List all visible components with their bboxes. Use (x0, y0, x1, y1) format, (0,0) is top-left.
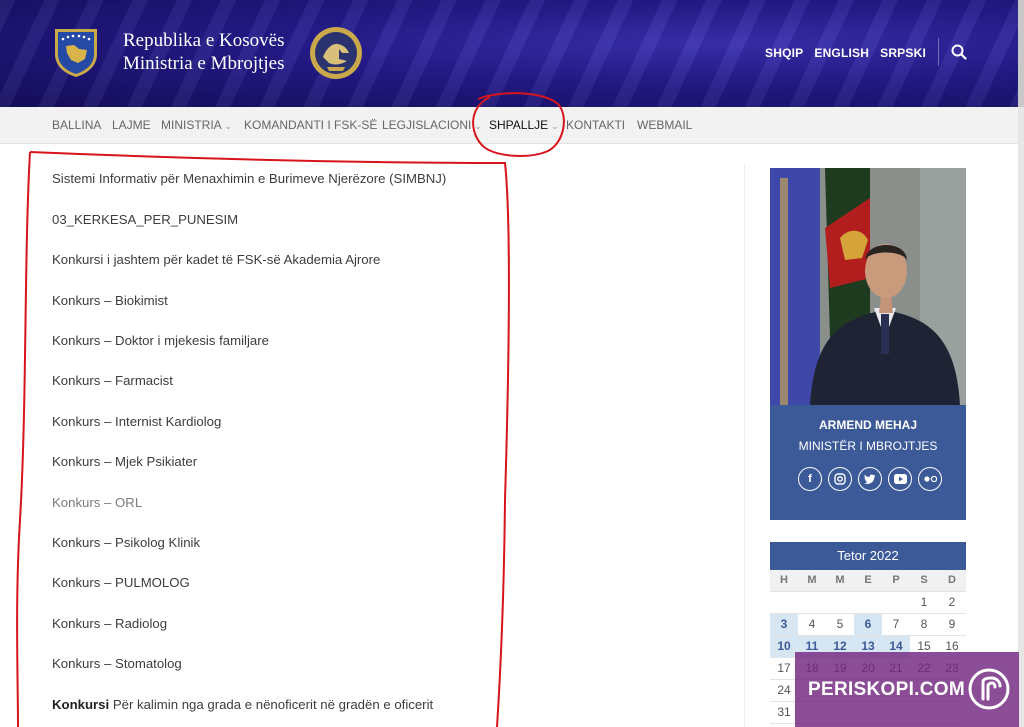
nav-item-ministria-label: MINISTRIA (161, 118, 222, 132)
list-item[interactable]: Konkurs – Biokimist (52, 293, 168, 308)
calendar-weekday: M (826, 570, 854, 592)
calendar-month: Tetor 2022 (770, 542, 966, 570)
nav-item-lajme[interactable]: LAJME (112, 118, 151, 132)
facebook-icon[interactable]: f (798, 467, 822, 491)
list-item[interactable]: Konkurs – Mjek Psikiater (52, 454, 197, 469)
site-header: Republika e Kosovës Ministria e Mbrojtje… (0, 0, 1018, 107)
scrollbar-thumb[interactable] (1018, 0, 1024, 107)
periskopi-logo-icon (968, 668, 1010, 710)
calendar-day[interactable]: 5 (826, 614, 854, 636)
calendar-day[interactable]: 10 (770, 636, 798, 658)
header-divider (938, 38, 939, 66)
sidebar-divider (744, 165, 745, 727)
calendar-empty-cell (826, 592, 854, 614)
calendar-day[interactable]: 1 (910, 592, 938, 614)
list-item[interactable]: Konkurs – Internist Kardiolog (52, 414, 221, 429)
calendar-day[interactable]: 3 (770, 614, 798, 636)
youtube-glyph (893, 474, 907, 484)
nav-item-ballina[interactable]: BALLINA (52, 118, 101, 132)
calendar-day[interactable]: 24 (770, 680, 798, 702)
nav-item-komandanti[interactable]: KOMANDANTI I FSK-SË (244, 118, 377, 132)
list-item[interactable]: 03_KERKESA_PER_PUNESIM (52, 212, 238, 227)
nav-item-shpallje-label: SHPALLJE (489, 118, 549, 132)
calendar-day[interactable]: 6 (854, 614, 882, 636)
chevron-down-icon: ⌄ (551, 121, 559, 131)
list-item[interactable]: Konkurs – ORL (52, 495, 142, 510)
list-item[interactable]: Konkurs – Doktor i mjekesis familjare (52, 333, 269, 348)
twitter-glyph (864, 474, 876, 484)
social-links: f (798, 467, 942, 491)
annotation-outline (16, 151, 510, 727)
calendar-weekday: S (910, 570, 938, 592)
list-item[interactable]: Sistemi Informativ për Menaxhimin e Buri… (52, 171, 446, 186)
nav-item-webmail[interactable]: WEBMAIL (637, 118, 692, 132)
list-item[interactable]: Konkurs – Psikolog Klinik (52, 535, 200, 550)
calendar-weekday: M (798, 570, 826, 592)
minister-name: ARMEND MEHAJ (818, 418, 917, 432)
calendar-day[interactable]: 4 (798, 614, 826, 636)
list-item[interactable]: Konkurs – Radiolog (52, 616, 167, 631)
calendar-day[interactable]: 7 (882, 614, 910, 636)
language-switcher: SHQIP ENGLISH SRPSKI (765, 46, 926, 60)
youtube-icon[interactable] (888, 467, 912, 491)
minister-photo[interactable] (770, 168, 966, 405)
scrollbar[interactable] (1018, 0, 1024, 727)
list-item-rest: Për kalimin nga grada e nënoficerit në g… (109, 697, 434, 712)
calendar-day[interactable]: 17 (770, 658, 798, 680)
ministry-seal-icon (310, 27, 362, 79)
calendar-empty-cell (798, 592, 826, 614)
list-item[interactable]: Konkurs – PULMOLOG (52, 575, 190, 590)
calendar-day[interactable]: 8 (910, 614, 938, 636)
nav-item-shpallje[interactable]: SHPALLJE ⌄ (489, 118, 559, 132)
calendar-day[interactable]: 9 (938, 614, 966, 636)
calendar-weekday: P (882, 570, 910, 592)
chevron-down-icon: ⌄ (474, 121, 482, 131)
twitter-icon[interactable] (858, 467, 882, 491)
nav-item-legjislacioni-label: LEGJISLACIONI (382, 118, 472, 132)
chevron-down-icon: ⌄ (224, 121, 233, 131)
brand-title-line2: Ministria e Mbrojtjes (123, 53, 285, 74)
instagram-glyph (834, 473, 846, 485)
lang-english[interactable]: ENGLISH (814, 46, 869, 60)
brand-title: Republika e Kosovës Ministria e Mbrojtje… (123, 29, 284, 75)
nav-item-kontakti[interactable]: KONTAKTI (566, 118, 625, 132)
main-nav: BALLINA LAJME MINISTRIA ⌄ KOMANDANTI I FS… (0, 107, 1018, 144)
nav-item-legjislacioni[interactable]: LEGJISLACIONI ⌄ (382, 118, 482, 132)
list-item[interactable]: Konkursi i jashtem për kadet të FSK-së A… (52, 252, 380, 267)
calendar-weekday: E (854, 570, 882, 592)
flickr-icon[interactable] (918, 467, 942, 491)
brand-title-line1: Republika e Kosovës (123, 30, 285, 51)
instagram-icon[interactable] (828, 467, 852, 491)
list-item[interactable]: Konkursi Për kalimin nga grada e nënofic… (52, 697, 433, 712)
lang-shqip[interactable]: SHQIP (765, 46, 803, 60)
list-item[interactable]: Konkurs – Stomatolog (52, 656, 182, 671)
calendar-empty-cell (882, 592, 910, 614)
nav-item-ministria[interactable]: MINISTRIA ⌄ (161, 118, 232, 132)
list-item-bold: Konkursi (52, 697, 110, 712)
watermark-text: PERISKOPI.COM (808, 679, 965, 700)
search-icon[interactable] (951, 44, 967, 60)
minister-title: MINISTËR I MBROJTJES (798, 439, 938, 453)
calendar-weekday: H (770, 570, 798, 592)
periskopi-watermark: PERISKOPI.COM (795, 652, 1019, 727)
kosovo-coat-of-arms-icon (55, 29, 97, 77)
calendar-empty-cell (770, 592, 798, 614)
lang-srpski[interactable]: SRPSKI (880, 46, 926, 60)
calendar-day[interactable]: 31 (770, 702, 798, 724)
calendar-empty-cell (854, 592, 882, 614)
brand[interactable]: Republika e Kosovës Ministria e Mbrojtje… (52, 26, 284, 78)
flickr-glyph (923, 476, 937, 482)
calendar-weekday: D (938, 570, 966, 592)
minister-widget: ARMEND MEHAJ MINISTËR I MBROJTJES f (770, 168, 966, 520)
calendar-day[interactable]: 2 (938, 592, 966, 614)
list-item[interactable]: Konkurs – Farmacist (52, 373, 173, 388)
